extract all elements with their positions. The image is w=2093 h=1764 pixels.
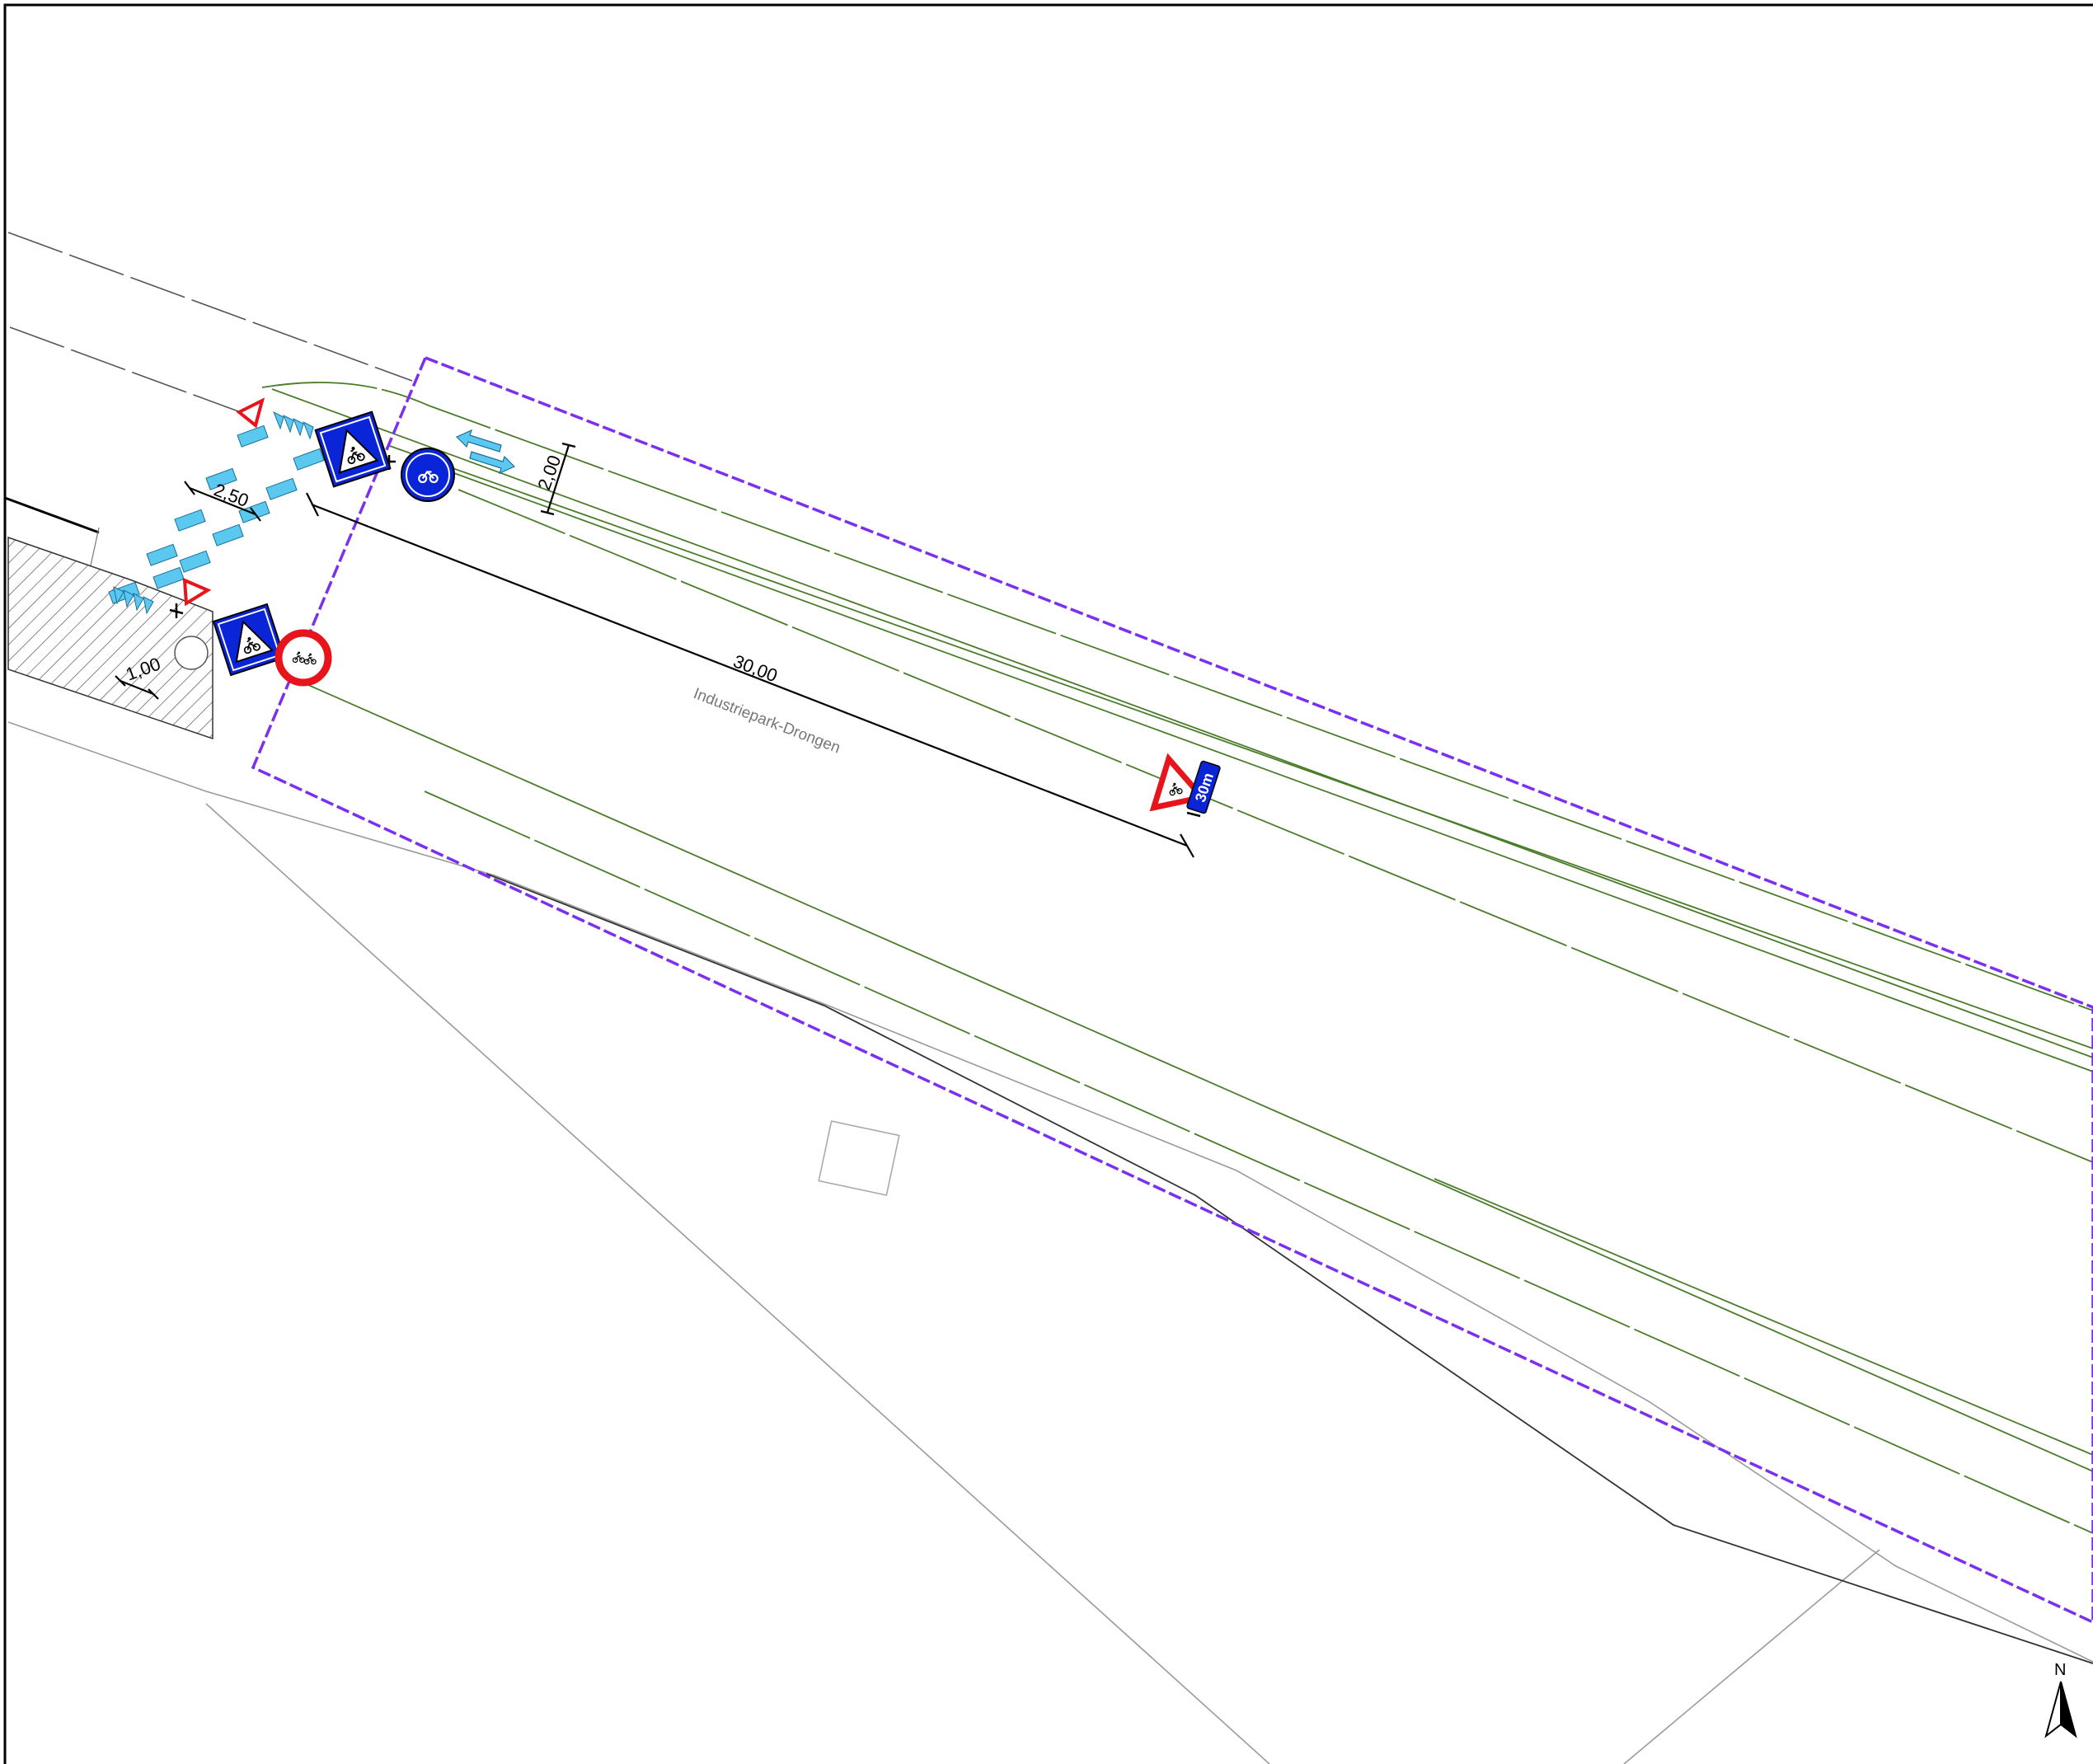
cycle-crossing-sign-icon [214,604,284,675]
shared-path-sign-icon [401,448,455,502]
shark-teeth-icon [113,411,314,615]
north-label: N [2054,1661,2066,1679]
no-mopeds-sign-icon [275,629,332,687]
project-boundary [251,355,2093,1624]
lane-markings [261,382,2093,1534]
traffic-plan-drawing: 2,50 2,00 30,00 1,00 Industriepark-Drong… [3,3,2093,1764]
existing-road-edges [7,232,413,415]
existing-tree-circle [174,636,209,670]
existing-parcel-lines [7,721,2093,1764]
drawing-frame [3,3,2093,1764]
existing-building-outline [818,1120,900,1196]
existing-path-edge [4,496,100,534]
dimension-zone-length: 30,00 [730,650,780,686]
north-arrow-icon [2044,1681,2077,1738]
street-name-label: Industriepark-Drongen [691,685,842,757]
cycle-crossing [108,425,325,604]
cycle-crossing-sign-icon [316,412,391,487]
existing-curb-line [486,873,2093,1664]
dimension-crossing-width: 2,50 [211,479,251,511]
